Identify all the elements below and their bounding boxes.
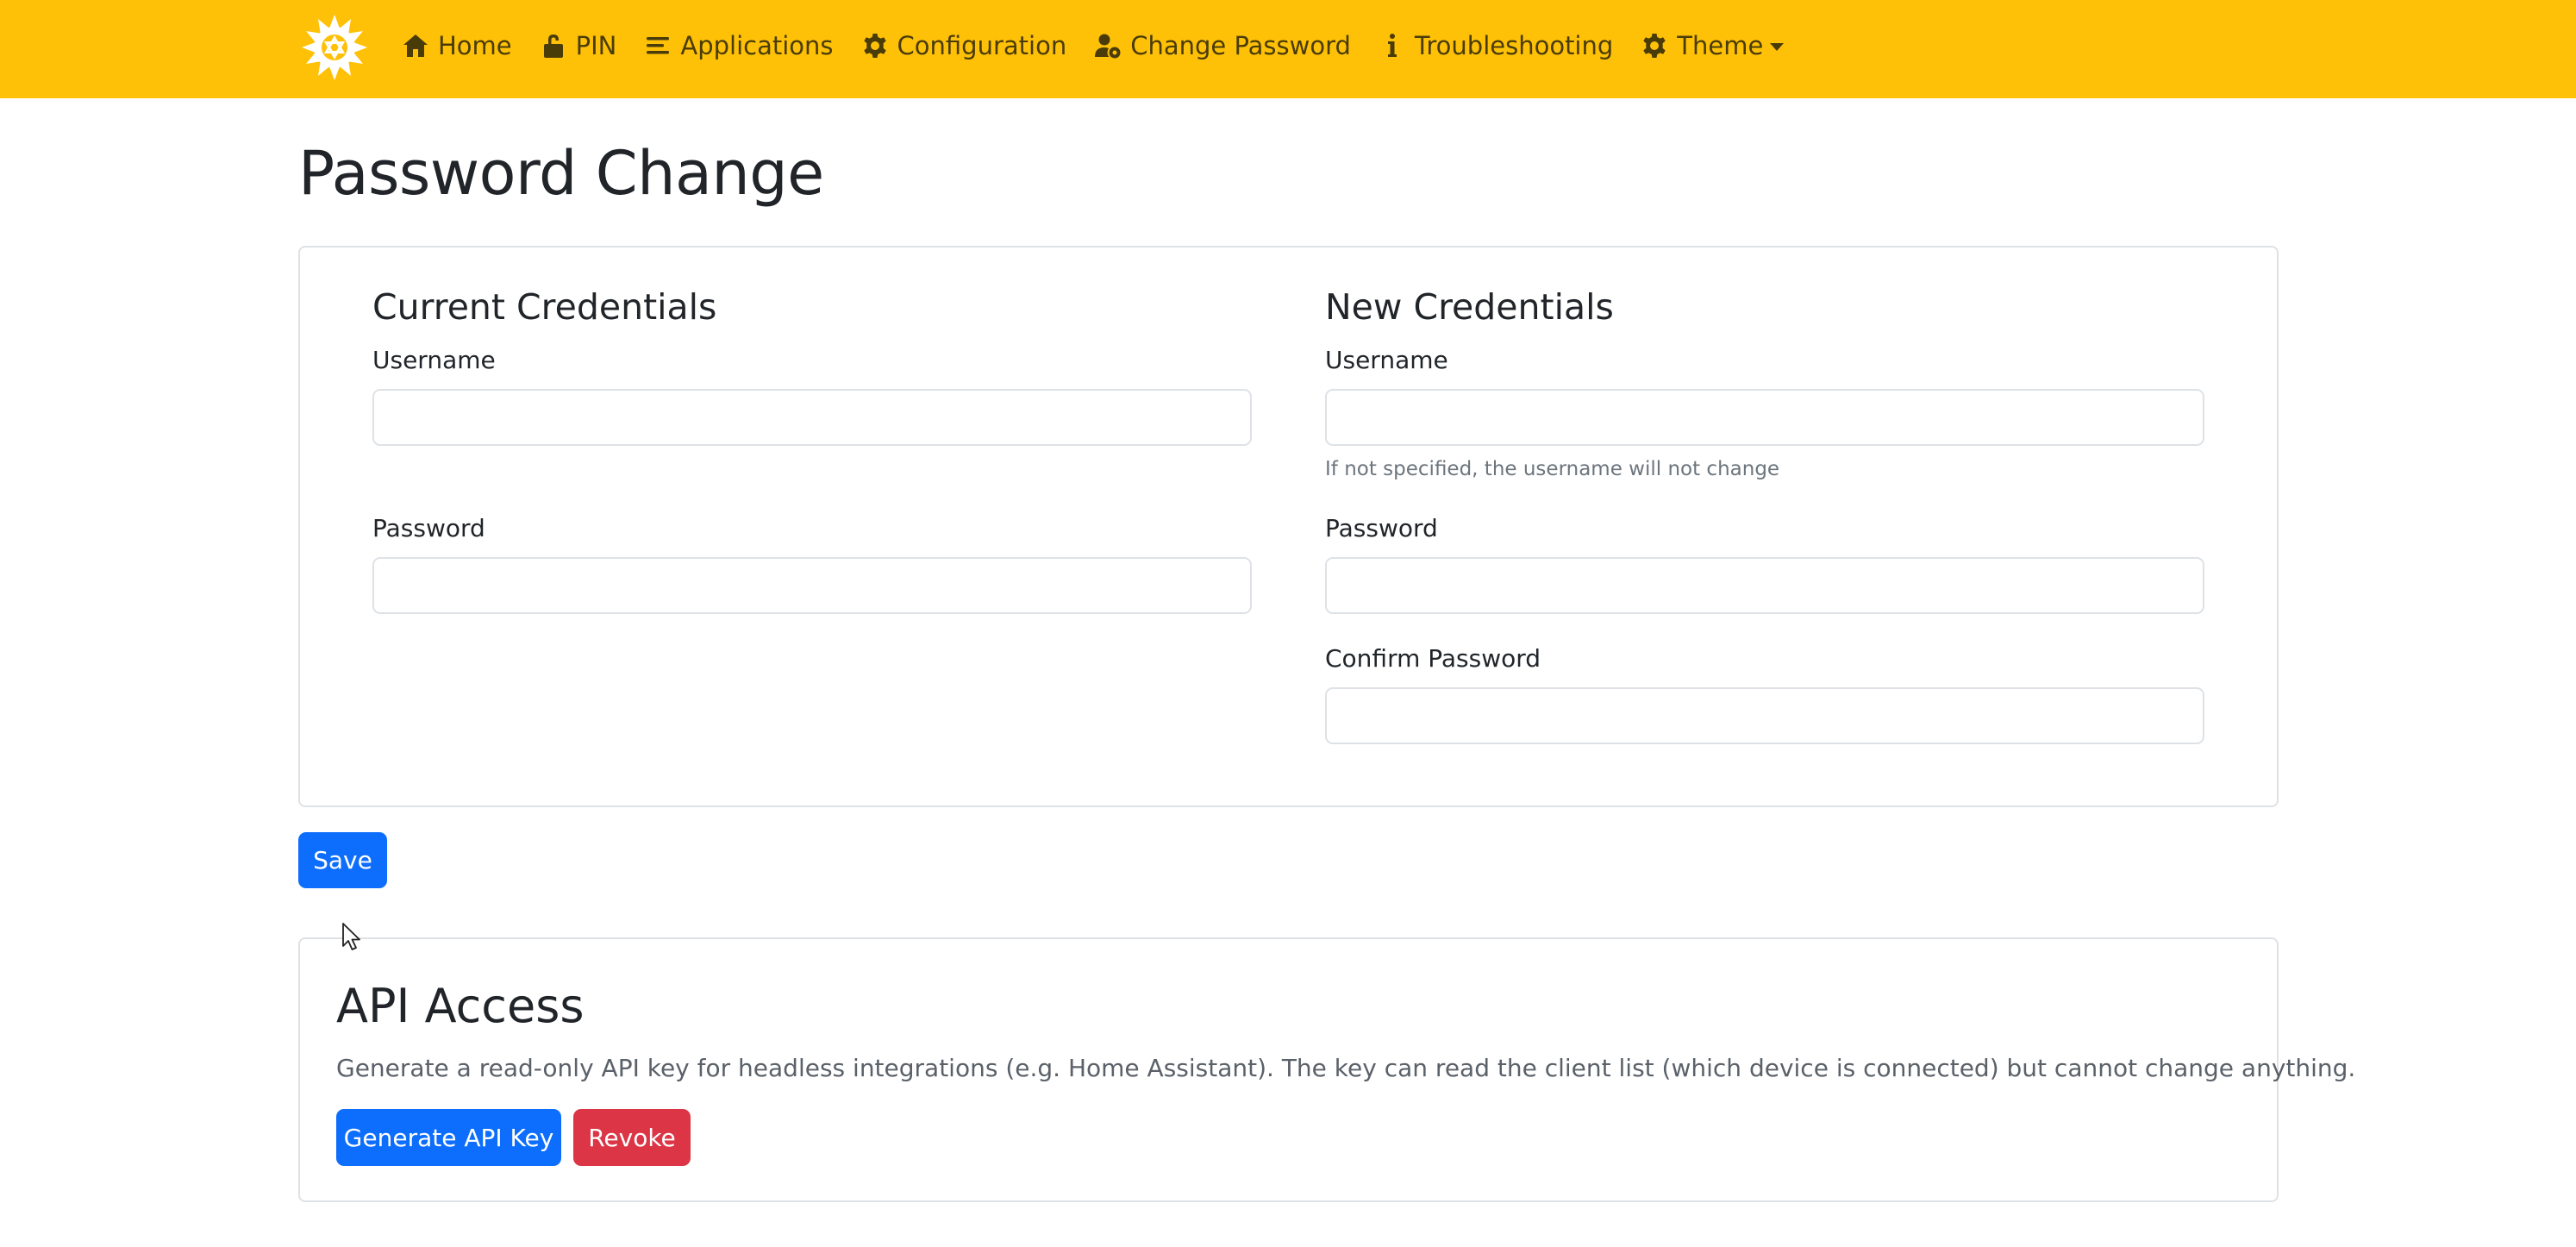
nav-item-label: Home bbox=[438, 31, 512, 60]
api-access-title: API Access bbox=[336, 979, 585, 1033]
gear-icon bbox=[1643, 34, 1666, 58]
nav-item-configuration[interactable]: Configuration bbox=[861, 31, 1067, 60]
nav-item-label: Change Password bbox=[1130, 31, 1351, 60]
top-navbar: Home PIN Applications Configuration Chan… bbox=[0, 0, 2576, 98]
nav-item-label: Troubleshooting bbox=[1414, 31, 1614, 60]
credentials-card: Current Credentials Username Password Ne… bbox=[298, 246, 2279, 807]
nav-item-label: PIN bbox=[575, 31, 617, 60]
api-access-card: API Access Generate a read-only API key … bbox=[298, 937, 2355, 1202]
current-password-label: Password bbox=[372, 514, 485, 542]
new-credentials-title: New Credentials bbox=[1325, 286, 1614, 328]
nav-item-label: Configuration bbox=[897, 31, 1067, 60]
new-username-label: Username bbox=[1325, 346, 1448, 374]
page-title: Password Change bbox=[298, 138, 824, 209]
confirm-password-label: Confirm Password bbox=[1325, 644, 1541, 673]
new-username-input[interactable] bbox=[1325, 389, 2204, 446]
current-username-label: Username bbox=[372, 346, 496, 374]
new-username-help-text: If not specified, the username will not … bbox=[1325, 458, 1780, 480]
nav-item-pin[interactable]: PIN bbox=[540, 31, 617, 60]
info-icon bbox=[1387, 34, 1397, 57]
current-password-input[interactable] bbox=[372, 557, 1252, 614]
generate-api-key-button[interactable]: Generate API Key bbox=[336, 1109, 561, 1166]
nav-item-troubleshooting[interactable]: Troubleshooting bbox=[1379, 31, 1613, 60]
nav-item-label: Applications bbox=[680, 31, 834, 60]
nav-item-theme[interactable]: Theme bbox=[1641, 31, 1785, 60]
logo-icon[interactable] bbox=[300, 13, 369, 82]
api-access-description: Generate a read-only API key for headles… bbox=[336, 1054, 2356, 1082]
user-gear-icon bbox=[1095, 34, 1121, 59]
list-icon bbox=[647, 37, 670, 54]
confirm-password-input[interactable] bbox=[1325, 687, 2204, 744]
nav-item-label: Theme bbox=[1677, 31, 1764, 60]
lock-open-icon bbox=[543, 34, 563, 58]
new-password-label: Password bbox=[1325, 514, 1438, 542]
new-password-input[interactable] bbox=[1325, 557, 2204, 614]
revoke-button[interactable]: Revoke bbox=[573, 1109, 691, 1166]
gear-icon bbox=[863, 34, 886, 58]
current-credentials-title: Current Credentials bbox=[372, 286, 717, 328]
nav-item-applications[interactable]: Applications bbox=[644, 31, 834, 60]
nav-item-change-password[interactable]: Change Password bbox=[1094, 31, 1351, 60]
nav-item-home[interactable]: Home bbox=[402, 31, 512, 60]
home-icon bbox=[403, 34, 428, 57]
nav-menu: Home PIN Applications Configuration Chan… bbox=[402, 0, 1811, 91]
save-button[interactable]: Save bbox=[298, 832, 387, 888]
chevron-down-icon bbox=[1770, 42, 1785, 51]
mouse-cursor-icon bbox=[342, 923, 360, 950]
current-username-input[interactable] bbox=[372, 389, 1252, 446]
